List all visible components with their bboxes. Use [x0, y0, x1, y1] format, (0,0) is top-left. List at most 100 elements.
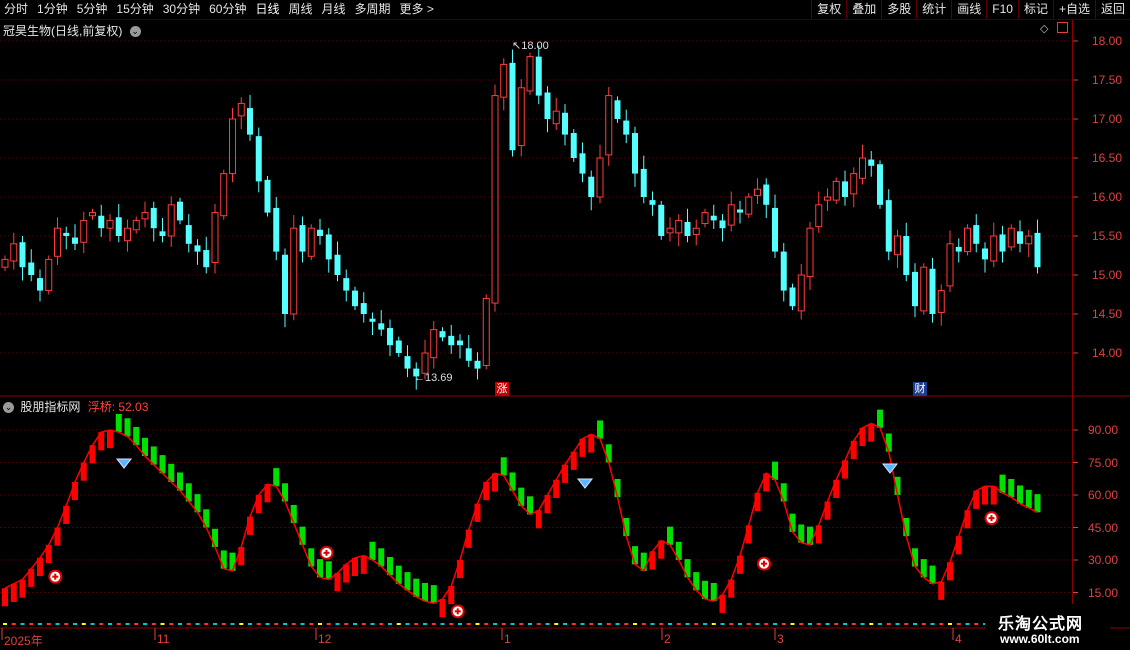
volume-dash — [545, 623, 550, 625]
volume-dash — [799, 623, 804, 625]
watermark: 乐淘公式网 www.60lt.com — [985, 604, 1110, 650]
oscillator-bar — [824, 501, 831, 520]
candle-body — [955, 246, 962, 252]
candle-body — [421, 352, 429, 374]
candle-body — [570, 133, 577, 158]
candle-body — [526, 56, 534, 92]
candle-body — [579, 153, 586, 174]
candle-body — [89, 212, 96, 217]
candle-body — [1034, 232, 1041, 268]
indicator-tick-label: 45.00 — [1088, 520, 1119, 535]
candle-body — [614, 100, 621, 119]
finance-marker[interactable]: 财 — [913, 382, 927, 396]
candle-body — [675, 219, 683, 234]
volume-dash — [816, 623, 821, 625]
candle-body — [684, 221, 691, 236]
volume-dash — [773, 623, 777, 625]
volume-dash — [326, 623, 331, 625]
candle-body — [28, 262, 35, 275]
candle-body — [605, 95, 613, 156]
volume-dash — [580, 623, 585, 625]
candle-body — [517, 87, 525, 147]
oscillator-bar — [80, 462, 87, 481]
candle-body — [692, 227, 700, 235]
indicator-tick-label: 75.00 — [1088, 455, 1119, 470]
price-tick-label: 15.00 — [1092, 268, 1123, 282]
pane-settings-icon[interactable] — [1057, 22, 1068, 33]
indicator-tick-label: 15.00 — [1088, 585, 1119, 600]
indicator-pane-title: ⌄ 股朋指标网 浮桥: 52.03 — [3, 398, 148, 415]
candle-body — [115, 217, 122, 236]
oscillator-bar — [369, 541, 376, 560]
price-tick-label: 17.00 — [1092, 112, 1123, 126]
candle-body — [124, 227, 131, 242]
diamond-signal-icon — [881, 463, 899, 474]
candle-body — [98, 215, 105, 229]
indicator-tick-label: 30.00 — [1088, 553, 1119, 567]
oscillator-bar — [719, 594, 726, 613]
candle-body — [1025, 235, 1033, 245]
oscillator-bar — [63, 505, 70, 525]
oscillator-bar — [850, 440, 857, 460]
date-tick-label: 3 — [777, 632, 784, 646]
chevron-down-icon[interactable]: ⌄ — [3, 402, 14, 414]
candle-body — [54, 227, 61, 257]
volume-dash — [291, 623, 296, 625]
volume-dash — [239, 623, 244, 625]
oscillator-bar — [535, 510, 542, 529]
candle-body — [552, 110, 560, 125]
oscillator-bar — [842, 460, 848, 479]
volume-dash — [493, 623, 497, 625]
oscillator-bar — [325, 561, 332, 580]
candle-body — [307, 227, 315, 257]
volume-dash — [624, 623, 629, 625]
volume-dash — [589, 623, 594, 625]
price-axis-divider — [1072, 20, 1073, 630]
volume-dash — [825, 623, 830, 625]
chevron-down-icon[interactable]: ⌄ — [129, 26, 141, 38]
volume-dash — [335, 623, 340, 625]
oscillator-bar — [780, 483, 787, 502]
oscillator-bar — [107, 430, 113, 449]
candle-body — [885, 200, 892, 252]
volume-dash — [230, 623, 235, 625]
candle-body — [80, 219, 88, 243]
volume-dash — [913, 623, 917, 625]
candle-body — [719, 220, 726, 229]
oscillator-bar — [273, 468, 280, 487]
candle-body — [701, 212, 709, 225]
candle-body — [806, 227, 814, 278]
candle-body — [815, 204, 823, 228]
volume-dash — [948, 623, 952, 625]
candle-body — [929, 268, 936, 314]
candle-body — [430, 329, 438, 359]
volume-dash — [283, 623, 287, 625]
candle-body — [439, 331, 446, 338]
oscillator-bar — [238, 547, 245, 566]
oscillator-bar — [868, 423, 875, 442]
candle-body — [369, 318, 376, 322]
watermark-url: www.60lt.com — [1000, 632, 1080, 646]
volume-dash — [974, 623, 979, 625]
volume-dash — [685, 623, 690, 625]
diamond-icon[interactable]: ◇ — [1040, 22, 1048, 35]
candle-body — [982, 248, 988, 260]
volume-dash — [274, 623, 279, 625]
volume-dash — [764, 623, 769, 625]
candle-body — [491, 95, 499, 304]
price-tick-label: 18.00 — [1092, 34, 1123, 48]
price-tick-label: 14.00 — [1092, 346, 1123, 360]
limit-up-marker[interactable]: 涨 — [495, 382, 509, 396]
volume-dash — [248, 623, 252, 625]
candle-body — [132, 219, 140, 231]
volume-dash — [379, 623, 384, 625]
candle-body — [482, 297, 490, 366]
volume-dash — [808, 623, 812, 625]
volume-dash — [781, 623, 786, 625]
oscillator-bar — [938, 581, 945, 600]
candle-body — [666, 227, 674, 234]
oscillator-bar — [290, 504, 297, 524]
candle-body — [194, 245, 201, 252]
candle-body — [37, 278, 43, 291]
volume-dash — [571, 623, 576, 625]
